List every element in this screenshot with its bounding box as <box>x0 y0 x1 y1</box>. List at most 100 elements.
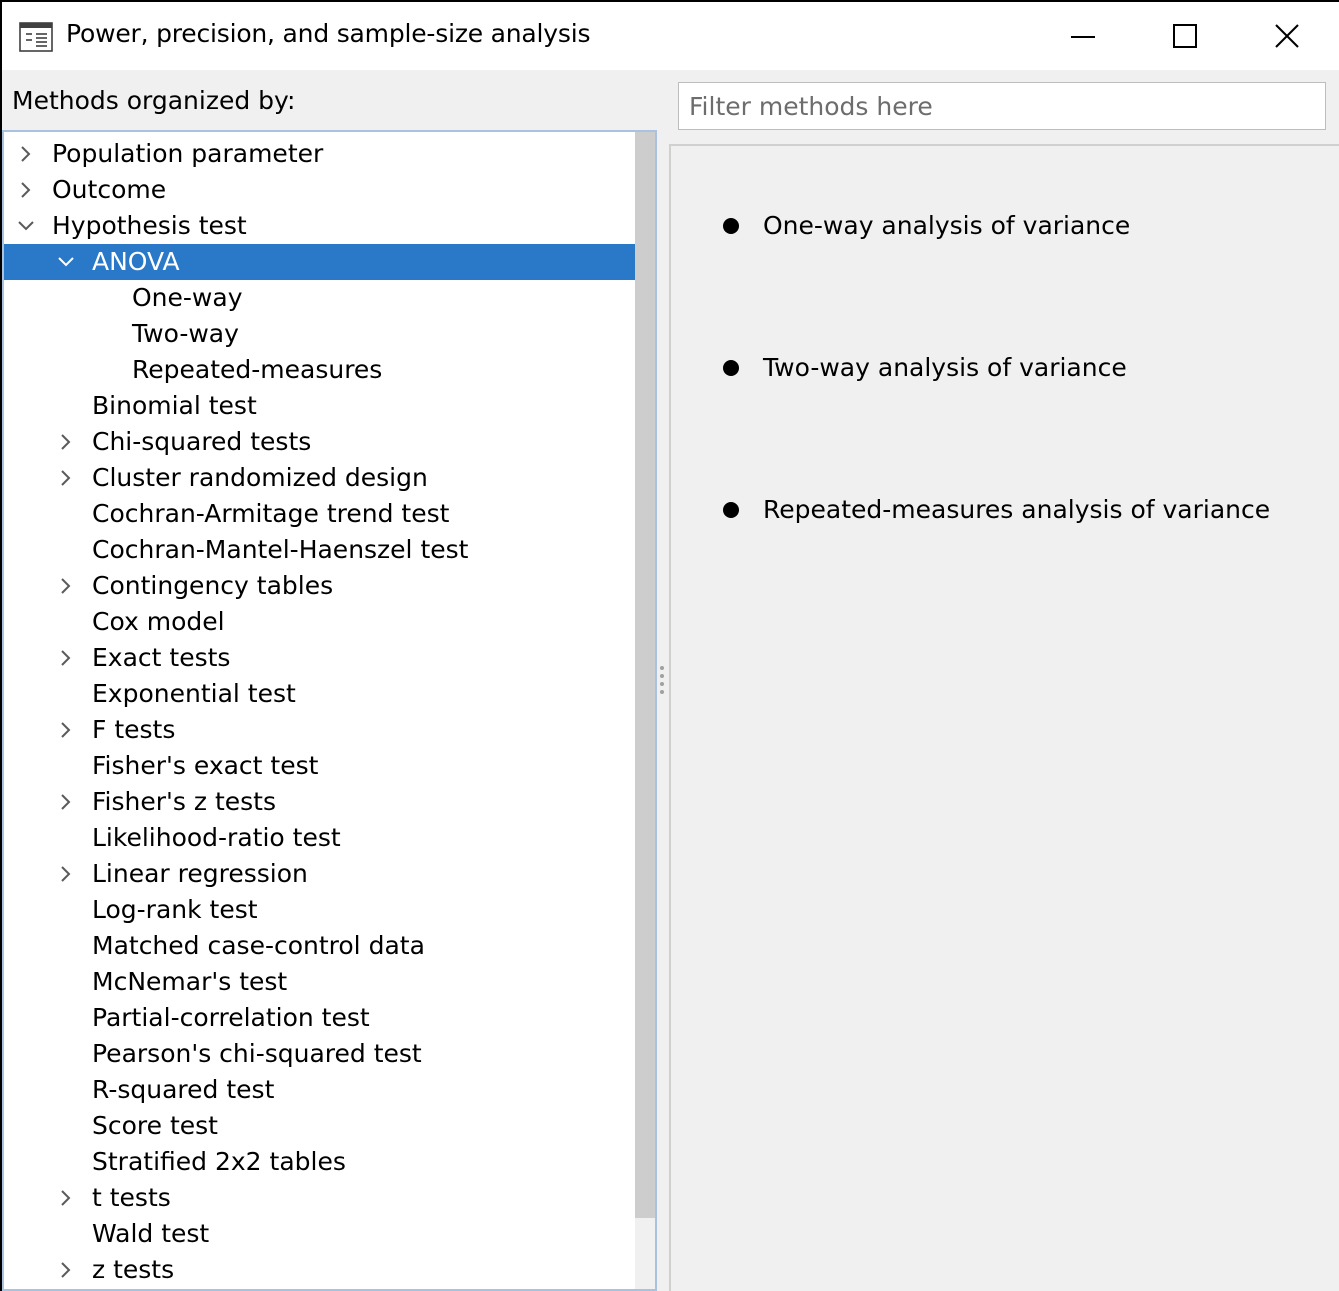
tree-item-label: McNemar's test <box>92 967 288 996</box>
splitter-dot <box>660 690 664 694</box>
tree-item-label: Fisher's z tests <box>92 787 276 816</box>
tree-item-label: Linear regression <box>92 859 308 888</box>
tree-item-label: Exponential test <box>92 679 296 708</box>
tree-item-label: One-way <box>132 283 243 312</box>
splitter-dot <box>660 674 664 678</box>
minimize-button[interactable] <box>1032 2 1134 70</box>
tree-item-label: Repeated-measures <box>132 355 383 384</box>
tree-item-label: Contingency tables <box>92 571 334 600</box>
tree-item[interactable]: Exponential test <box>4 676 635 712</box>
tree-item-label: z tests <box>92 1255 175 1284</box>
bullet-icon <box>723 360 739 376</box>
tree-item[interactable]: Pearson's chi-squared test <box>4 1036 635 1072</box>
chevron-right-icon[interactable] <box>57 865 75 883</box>
method-list-panel: One-way analysis of variance Two-way ana… <box>669 144 1339 1291</box>
tree-item-label: Cochran-Mantel-Haenszel test <box>92 535 469 564</box>
method-link-label: Two-way analysis of variance <box>763 353 1127 382</box>
tree-item-label: F tests <box>92 715 176 744</box>
maximize-button[interactable] <box>1134 2 1236 70</box>
tree-item[interactable]: Cochran-Armitage trend test <box>4 496 635 532</box>
splitter-dot <box>660 666 664 670</box>
tree-item-label: Matched case-control data <box>92 931 425 960</box>
chevron-right-icon[interactable] <box>57 721 75 739</box>
tree-item[interactable]: Log-rank test <box>4 892 635 928</box>
title-bar: Power, precision, and sample-size analys… <box>2 2 1339 70</box>
method-link-label: One-way analysis of variance <box>763 211 1131 240</box>
tree-item[interactable]: ANOVA <box>4 244 635 280</box>
tree-item[interactable]: Score test <box>4 1108 635 1144</box>
filter-methods-input[interactable] <box>678 82 1326 130</box>
chevron-right-icon[interactable] <box>17 145 35 163</box>
tree-item[interactable]: Cluster randomized design <box>4 460 635 496</box>
tree-item[interactable]: Repeated-measures <box>4 352 635 388</box>
tree-item-label: Fisher's exact test <box>92 751 319 780</box>
tree-item-label: ANOVA <box>92 247 180 276</box>
tree-item[interactable]: Exact tests <box>4 640 635 676</box>
tree-item[interactable]: Fisher's exact test <box>4 748 635 784</box>
splitter-grip[interactable] <box>658 662 666 702</box>
tree-item-label: Wald test <box>92 1219 210 1248</box>
chevron-right-icon[interactable] <box>57 1189 75 1207</box>
tree-item[interactable]: Contingency tables <box>4 568 635 604</box>
close-button[interactable] <box>1236 2 1338 70</box>
tree-item[interactable]: R-squared test <box>4 1072 635 1108</box>
tree-item[interactable]: Chi-squared tests <box>4 424 635 460</box>
method-link-label: Repeated-measures analysis of variance <box>763 495 1271 524</box>
window-icon <box>19 22 53 52</box>
tree-item-label: Stratified 2x2 tables <box>92 1147 346 1176</box>
tree-item[interactable]: Partial-correlation test <box>4 1000 635 1036</box>
chevron-right-icon[interactable] <box>57 433 75 451</box>
tree-scrollbar-thumb[interactable] <box>635 132 655 1218</box>
tree-item-label: Likelihood-ratio test <box>92 823 341 852</box>
chevron-down-icon[interactable] <box>57 253 75 271</box>
tree-item-label: Outcome <box>52 175 167 204</box>
splitter-dot <box>660 682 664 686</box>
methods-tree: Population parameter Outcome Hypothesis te… <box>4 136 635 1288</box>
chevron-right-icon[interactable] <box>57 793 75 811</box>
tree-item-label: Exact tests <box>92 643 231 672</box>
window-title: Power, precision, and sample-size analys… <box>66 19 591 48</box>
tree-item-label: Binomial test <box>92 391 257 420</box>
tree-item-label: Log-rank test <box>92 895 258 924</box>
chevron-right-icon[interactable] <box>17 181 35 199</box>
tree-item[interactable]: Wald test <box>4 1216 635 1252</box>
tree-item[interactable]: Two-way <box>4 316 635 352</box>
tree-item-label: Cox model <box>92 607 225 636</box>
tree-item[interactable]: Linear regression <box>4 856 635 892</box>
tree-item-label: Cochran-Armitage trend test <box>92 499 450 528</box>
bullet-icon <box>723 218 739 234</box>
close-icon <box>1275 24 1299 48</box>
methods-tree-panel: Population parameter Outcome Hypothesis te… <box>2 130 657 1291</box>
tree-item[interactable]: F tests <box>4 712 635 748</box>
tree-item-label: R-squared test <box>92 1075 275 1104</box>
tree-item[interactable]: t tests <box>4 1180 635 1216</box>
tree-item-label: Two-way <box>132 319 239 348</box>
tree-item[interactable]: Outcome <box>4 172 635 208</box>
chevron-down-icon[interactable] <box>17 217 35 235</box>
tree-item[interactable]: Population parameter <box>4 136 635 172</box>
tree-item[interactable]: Likelihood-ratio test <box>4 820 635 856</box>
power-analysis-window: Power, precision, and sample-size analys… <box>2 2 1339 1291</box>
chevron-right-icon[interactable] <box>57 649 75 667</box>
chevron-right-icon[interactable] <box>57 469 75 487</box>
tree-item[interactable]: Cox model <box>4 604 635 640</box>
tree-item-label: Hypothesis test <box>52 211 247 240</box>
tree-item-label: Partial-correlation test <box>92 1003 370 1032</box>
minimize-icon <box>1071 36 1095 38</box>
tree-item-label: Population parameter <box>52 139 324 168</box>
tree-item[interactable]: Fisher's z tests <box>4 784 635 820</box>
tree-item-label: t tests <box>92 1183 171 1212</box>
tree-item[interactable]: z tests <box>4 1252 635 1288</box>
bullet-icon <box>723 502 739 518</box>
tree-item[interactable]: Stratified 2x2 tables <box>4 1144 635 1180</box>
chevron-right-icon[interactable] <box>57 1261 75 1279</box>
tree-item[interactable]: McNemar's test <box>4 964 635 1000</box>
chevron-right-icon[interactable] <box>57 577 75 595</box>
tree-item[interactable]: Cochran-Mantel-Haenszel test <box>4 532 635 568</box>
tree-item[interactable]: Binomial test <box>4 388 635 424</box>
tree-item-label: Chi-squared tests <box>92 427 312 456</box>
tree-item-label: Cluster randomized design <box>92 463 428 492</box>
tree-item[interactable]: Matched case-control data <box>4 928 635 964</box>
tree-item[interactable]: Hypothesis test <box>4 208 635 244</box>
tree-item[interactable]: One-way <box>4 280 635 316</box>
